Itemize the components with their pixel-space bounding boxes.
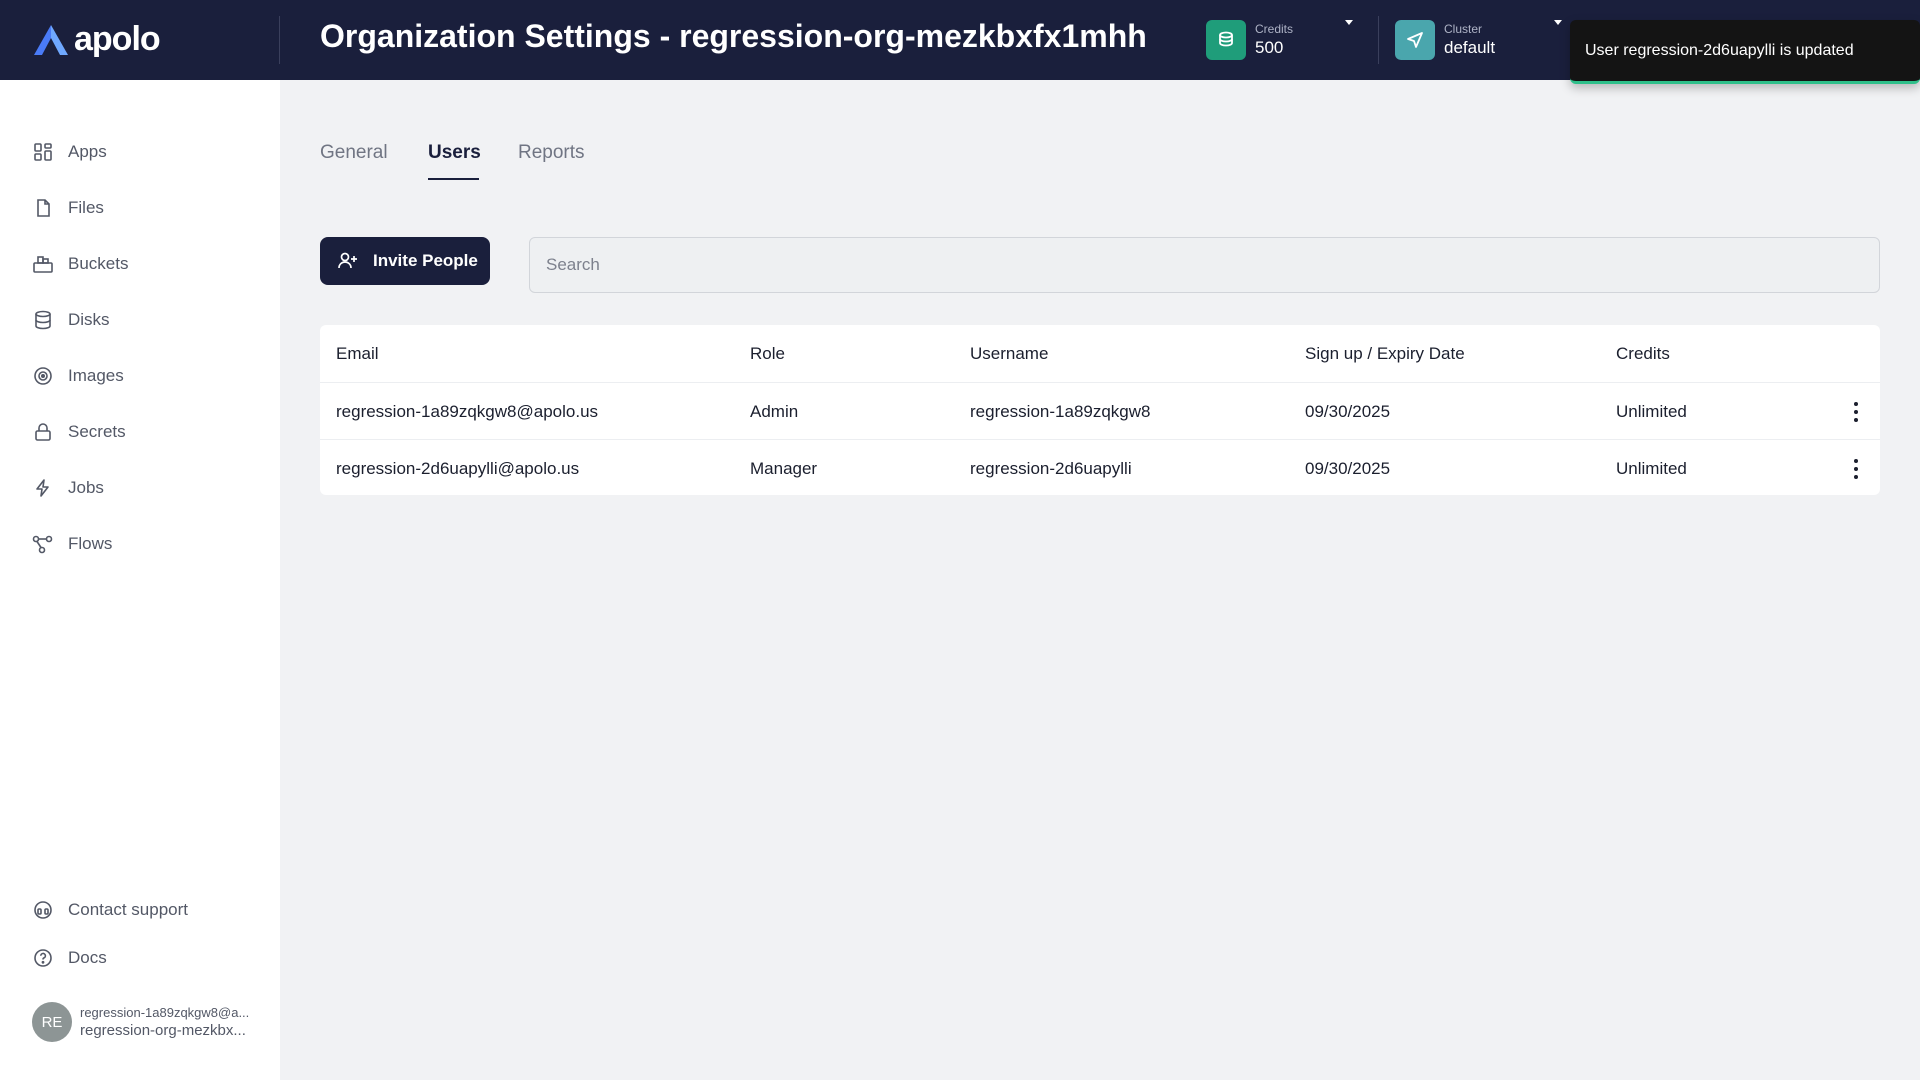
more-actions-icon[interactable] — [1850, 459, 1862, 479]
credits-chevron-down-icon[interactable] — [1345, 20, 1353, 25]
page-title: Organization Settings - regression-org-m… — [320, 18, 1147, 54]
sidebar-item-disks[interactable]: Disks — [32, 306, 110, 334]
apolo-logo-mark-icon — [34, 24, 68, 55]
question-circle-icon — [32, 947, 54, 969]
cluster-chevron-down-icon[interactable] — [1554, 20, 1562, 25]
apolo-logo[interactable]: apolo — [32, 20, 161, 59]
sidebar-item-docs[interactable]: Docs — [32, 944, 107, 972]
column-header-credits[interactable]: Credits — [1616, 325, 1670, 382]
sidebar-item-label: Images — [68, 366, 124, 385]
cell-credits: Unlimited — [1616, 401, 1687, 421]
sidebar-item-buckets[interactable]: Buckets — [32, 250, 128, 278]
sidebar-item-flows[interactable]: Flows — [32, 530, 112, 558]
credits-label: Credits — [1255, 22, 1294, 36]
cell-username: regression-2d6uapylli — [970, 458, 1132, 478]
cell-credits: Unlimited — [1616, 458, 1687, 478]
header-divider-2 — [1378, 16, 1379, 64]
sidebar-item-secrets[interactable]: Secrets — [32, 418, 126, 446]
cluster-selector[interactable]: Cluster default — [1395, 18, 1495, 62]
sidebar-item-label: Secrets — [68, 422, 126, 441]
invite-people-label: Invite People — [373, 251, 478, 270]
sidebar-item-label: Files — [68, 198, 104, 217]
sidebar-item-label: Docs — [68, 948, 107, 967]
more-actions-icon[interactable] — [1850, 402, 1862, 422]
active-tab-indicator — [428, 178, 479, 180]
header-divider — [279, 16, 280, 64]
tab-general[interactable]: General — [320, 142, 388, 164]
lock-icon — [32, 421, 54, 443]
avatar: RE — [32, 1002, 72, 1042]
users-table: Email Role Username Sign up / Expiry Dat… — [320, 325, 1880, 495]
tab-reports[interactable]: Reports — [518, 142, 585, 164]
cell-email: regression-1a89zqkgw8@apolo.us — [336, 401, 599, 421]
cluster-value: default — [1444, 38, 1496, 57]
cell-email: regression-2d6uapylli@apolo.us — [336, 458, 580, 478]
cluster-send-icon — [1395, 20, 1435, 60]
database-icon — [32, 309, 54, 331]
cluster-label: Cluster — [1444, 22, 1483, 36]
coins-icon — [1206, 20, 1246, 60]
toast-notification: User regression-2d6uapylli is updated — [1570, 20, 1920, 84]
table-header-row: Email Role Username Sign up / Expiry Dat… — [320, 325, 1880, 382]
credits-value: 500 — [1255, 38, 1284, 57]
sidebar-item-label: Flows — [68, 534, 113, 553]
sidebar-item-label: Disks — [68, 310, 110, 329]
cell-role: Admin — [750, 401, 799, 421]
headset-icon — [32, 899, 54, 921]
column-header-email[interactable]: Email — [336, 325, 379, 382]
cell-date: 09/30/2025 — [1305, 458, 1391, 478]
sidebar-item-label: Buckets — [68, 254, 129, 273]
column-header-username[interactable]: Username — [970, 325, 1048, 382]
flow-icon — [32, 533, 54, 555]
table-row[interactable]: regression-1a89zqkgw8@apolo.us Admin reg… — [320, 382, 1880, 439]
sidebar-item-images[interactable]: Images — [32, 362, 124, 390]
sidebar: Apps Files Buckets Disks Images Secrets … — [0, 80, 280, 1080]
disc-icon — [32, 365, 54, 387]
sidebar-item-label: Jobs — [68, 478, 104, 497]
sidebar-item-label: Apps — [68, 142, 107, 161]
cell-username: regression-1a89zqkgw8 — [970, 401, 1151, 421]
sidebar-item-apps[interactable]: Apps — [32, 138, 107, 166]
add-user-icon — [338, 252, 357, 269]
apps-grid-icon — [32, 141, 54, 163]
search-input[interactable] — [529, 237, 1880, 293]
invite-people-button[interactable]: Invite People — [320, 237, 490, 285]
sidebar-item-contact-support[interactable]: Contact support — [32, 896, 188, 924]
table-row[interactable]: regression-2d6uapylli@apolo.us Manager r… — [320, 439, 1880, 496]
bucket-icon — [32, 253, 54, 275]
column-header-date[interactable]: Sign up / Expiry Date — [1305, 325, 1465, 382]
lightning-icon — [32, 477, 54, 499]
apolo-logo-text: apolo — [74, 20, 161, 58]
user-profile[interactable]: RE regression-1a89zqkgw8@a... regression… — [32, 1002, 249, 1042]
toast-message: User regression-2d6uapylli is updated — [1585, 41, 1854, 59]
file-icon — [32, 197, 54, 219]
user-org: regression-org-mezkbx... — [80, 1022, 246, 1039]
cell-date: 09/30/2025 — [1305, 401, 1391, 421]
cell-role: Manager — [750, 458, 818, 478]
sidebar-item-jobs[interactable]: Jobs — [32, 474, 104, 502]
tab-users[interactable]: Users — [428, 142, 481, 164]
column-header-role[interactable]: Role — [750, 325, 785, 382]
credits-selector[interactable]: Credits 500 — [1206, 18, 1293, 62]
sidebar-item-label: Contact support — [68, 900, 189, 919]
sidebar-item-files[interactable]: Files — [32, 194, 104, 222]
user-email: regression-1a89zqkgw8@a... — [80, 1005, 250, 1020]
